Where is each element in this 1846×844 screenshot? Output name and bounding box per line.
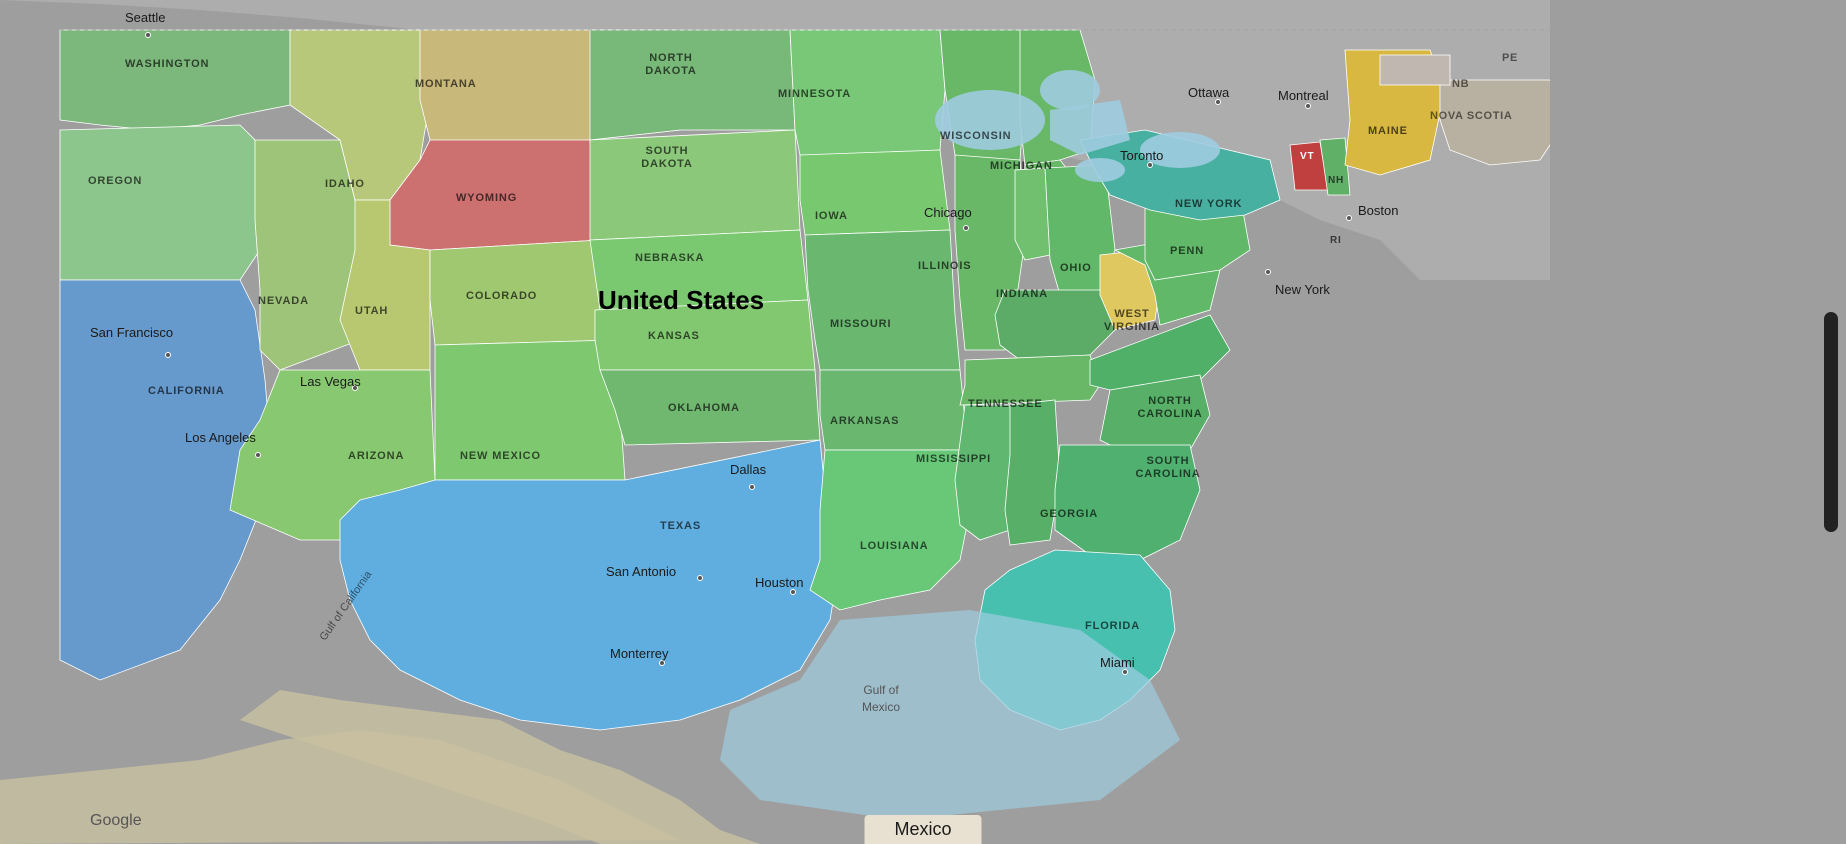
ottawa-dot	[1215, 99, 1221, 105]
mexico-label: Mexico	[864, 815, 981, 844]
nb-label: NB	[1452, 78, 1469, 90]
boston-dot	[1346, 215, 1352, 221]
pe-label: PE	[1502, 52, 1518, 64]
los-angeles-dot	[255, 452, 261, 458]
toronto-dot	[1147, 162, 1153, 168]
nova-scotia-label: NOVA SCOTIA	[1430, 110, 1512, 122]
map-container: Seattle San Francisco Los Angeles Las Ve…	[0, 0, 1846, 844]
montreal-dot	[1305, 103, 1311, 109]
scrollbar[interactable]	[1824, 312, 1838, 532]
miami-dot	[1122, 669, 1128, 675]
monterrey-dot	[659, 660, 665, 666]
seattle-dot	[145, 32, 151, 38]
chicago-dot	[963, 225, 969, 231]
google-watermark: Google	[90, 812, 142, 830]
dallas-dot	[749, 484, 755, 490]
san-antonio-dot	[697, 575, 703, 581]
houston-dot	[790, 589, 796, 595]
san-francisco-dot	[165, 352, 171, 358]
us-map-svg[interactable]	[0, 0, 1846, 844]
las-vegas-dot	[352, 385, 358, 391]
gulf-of-mexico-label: Gulf ofMexico	[862, 682, 900, 716]
new-york-dot	[1265, 269, 1271, 275]
